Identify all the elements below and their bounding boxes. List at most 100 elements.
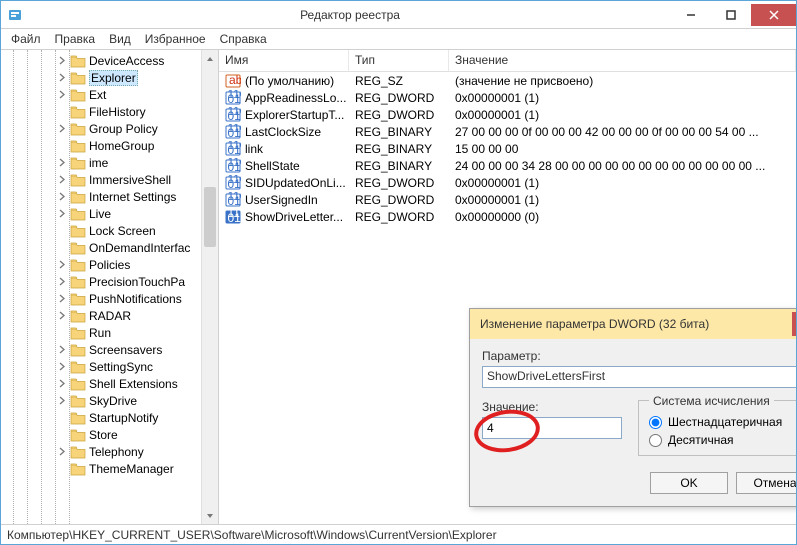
expander-icon[interactable] [57, 55, 68, 66]
menu-view[interactable]: Вид [103, 30, 137, 48]
maximize-button[interactable] [711, 4, 751, 26]
close-button[interactable] [751, 4, 796, 26]
tree-item[interactable]: Telephony [57, 443, 218, 460]
list-row[interactable]: ab(По умолчанию)REG_SZ(значение не присв… [219, 72, 796, 89]
menu-help[interactable]: Справка [214, 30, 273, 48]
tree-item[interactable]: SkyDrive [57, 392, 218, 409]
expander-icon[interactable] [57, 361, 68, 372]
value-type-icon: 110011 [225, 158, 241, 174]
expander-icon[interactable] [57, 395, 68, 406]
tree-item-label: Run [89, 326, 111, 340]
tree-item[interactable]: PushNotifications [57, 290, 218, 307]
window-buttons [671, 4, 796, 26]
list-row[interactable]: 110011linkREG_BINARY15 00 00 00 [219, 140, 796, 157]
scroll-down-icon[interactable] [202, 507, 218, 524]
tree-item[interactable]: Screensavers [57, 341, 218, 358]
menu-favorites[interactable]: Избранное [139, 30, 212, 48]
tree-item-label: RADAR [89, 309, 131, 323]
dialog-close-button[interactable] [792, 312, 796, 336]
col-value[interactable]: Значение [449, 50, 796, 71]
expander-icon[interactable] [57, 174, 68, 185]
tree-item[interactable]: Shell Extensions [57, 375, 218, 392]
tree-item[interactable]: Policies [57, 256, 218, 273]
folder-icon [70, 258, 86, 272]
folder-icon [70, 71, 86, 85]
tree-item[interactable]: OnDemandInterfac [57, 239, 218, 256]
tree-item[interactable]: PrecisionTouchPa [57, 273, 218, 290]
row-name: ExplorerStartupT... [245, 108, 349, 122]
tree-item[interactable]: ImmersiveShell [57, 171, 218, 188]
tree-item[interactable]: Lock Screen [57, 222, 218, 239]
list-row[interactable]: 110011SIDUpdatedOnLi...REG_DWORD0x000000… [219, 174, 796, 191]
expander-icon[interactable] [57, 72, 68, 83]
expander-icon[interactable] [57, 191, 68, 202]
tree-item[interactable]: SettingSync [57, 358, 218, 375]
expander-icon[interactable] [57, 208, 68, 219]
value-type-icon: ab [225, 73, 241, 89]
folder-icon [70, 173, 86, 187]
list-row[interactable]: 110011ShellStateREG_BINARY24 00 00 00 34… [219, 157, 796, 174]
expander-icon[interactable] [57, 225, 68, 236]
radix-hex-radio[interactable] [649, 416, 662, 429]
list-row[interactable]: 110011ShowDriveLetter...REG_DWORD0x00000… [219, 208, 796, 225]
tree-item[interactable]: HomeGroup [57, 137, 218, 154]
cancel-button[interactable]: Отмена [736, 472, 796, 494]
radix-dec-radio[interactable] [649, 434, 662, 447]
ok-button[interactable]: OK [650, 472, 728, 494]
expander-icon[interactable] [57, 259, 68, 270]
tree-item[interactable]: DeviceAccess [57, 52, 218, 69]
tree-item[interactable]: Run [57, 324, 218, 341]
tree-item[interactable]: StartupNotify [57, 409, 218, 426]
tree-item[interactable]: Explorer [57, 69, 218, 86]
tree-item[interactable]: Live [57, 205, 218, 222]
col-name[interactable]: Имя [219, 50, 349, 71]
folder-icon [70, 394, 86, 408]
tree-item[interactable]: FileHistory [57, 103, 218, 120]
radix-hex-row[interactable]: Шестнадцатеричная [649, 415, 796, 429]
tree-item-label: Shell Extensions [89, 377, 178, 391]
app-icon [7, 7, 23, 23]
tree-item-label: Internet Settings [89, 190, 176, 204]
list-row[interactable]: 110011AppReadinessLo...REG_DWORD0x000000… [219, 89, 796, 106]
col-type[interactable]: Тип [349, 50, 449, 71]
tree-item[interactable]: Ext [57, 86, 218, 103]
expander-icon[interactable] [57, 378, 68, 389]
scroll-up-icon[interactable] [202, 50, 218, 67]
list-row[interactable]: 110011UserSignedInREG_DWORD0x00000001 (1… [219, 191, 796, 208]
expander-icon[interactable] [57, 140, 68, 151]
tree-item[interactable]: Store [57, 426, 218, 443]
expander-icon[interactable] [57, 446, 68, 457]
menubar: Файл Правка Вид Избранное Справка [1, 29, 796, 49]
expander-icon[interactable] [57, 106, 68, 117]
expander-icon[interactable] [57, 276, 68, 287]
expander-icon[interactable] [57, 463, 68, 474]
expander-icon[interactable] [57, 293, 68, 304]
expander-icon[interactable] [57, 412, 68, 423]
row-type: REG_DWORD [349, 108, 449, 122]
expander-icon[interactable] [57, 310, 68, 321]
menu-edit[interactable]: Правка [49, 30, 102, 48]
tree-scrollbar[interactable] [201, 50, 218, 524]
radix-dec-row[interactable]: Десятичная [649, 433, 796, 447]
tree-item[interactable]: Internet Settings [57, 188, 218, 205]
expander-icon[interactable] [57, 242, 68, 253]
expander-icon[interactable] [57, 327, 68, 338]
list-row[interactable]: 110011ExplorerStartupT...REG_DWORD0x0000… [219, 106, 796, 123]
param-field[interactable]: ShowDriveLettersFirst [482, 366, 796, 388]
tree-item[interactable]: ThemeManager [57, 460, 218, 477]
menu-file[interactable]: Файл [5, 30, 47, 48]
tree-item[interactable]: Group Policy [57, 120, 218, 137]
list-row[interactable]: 110011LastClockSizeREG_BINARY27 00 00 00… [219, 123, 796, 140]
tree-item[interactable]: ime [57, 154, 218, 171]
value-input[interactable] [482, 417, 622, 439]
expander-icon[interactable] [57, 123, 68, 134]
minimize-button[interactable] [671, 4, 711, 26]
svg-text:011: 011 [228, 109, 242, 123]
radix-group: Система исчисления Шестнадцатеричная Дес… [638, 400, 796, 456]
expander-icon[interactable] [57, 157, 68, 168]
tree-item[interactable]: RADAR [57, 307, 218, 324]
tree-item-label: Live [89, 207, 111, 221]
expander-icon[interactable] [57, 89, 68, 100]
expander-icon[interactable] [57, 429, 68, 440]
expander-icon[interactable] [57, 344, 68, 355]
